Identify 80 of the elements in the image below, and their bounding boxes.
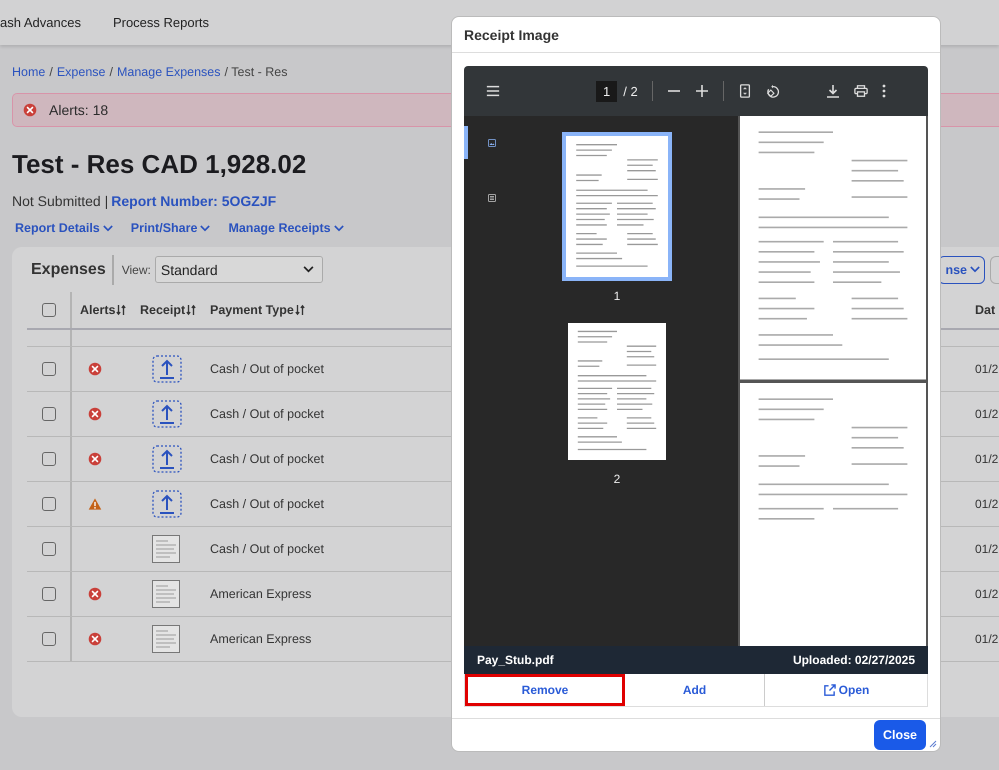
chevron-down-icon — [102, 224, 113, 232]
sidebar-tab[interactable] — [464, 126, 496, 159]
table-cell-text: 01/2 — [975, 451, 999, 468]
column-header[interactable]: Dat — [975, 292, 999, 328]
upload-icon[interactable] — [152, 490, 182, 518]
upload-icon[interactable] — [152, 445, 182, 473]
table-cell-text: Cash / Out of pocket — [209, 406, 324, 423]
page-number-field[interactable]: 1 — [596, 80, 618, 102]
nav-tab[interactable]: Process Reports — [112, 15, 210, 30]
chevron-down-icon — [334, 224, 344, 232]
chevron-down-icon — [200, 224, 210, 232]
column-header[interactable]: Receipt — [132, 292, 202, 328]
table-cell-text: Cash / Out of pocket — [209, 541, 324, 558]
page-count: / 2 — [623, 84, 638, 98]
download-icon[interactable] — [826, 84, 840, 98]
menu-icon[interactable] — [486, 84, 500, 98]
breadcrumb-current: / Test - Res — [224, 65, 288, 79]
table-cell-text: 01/2 — [975, 361, 999, 378]
breadcrumb-separator: / — [49, 65, 53, 79]
select-all-checkbox[interactable] — [42, 303, 56, 317]
chevron-down-icon — [302, 266, 314, 273]
external-link-icon — [822, 684, 836, 696]
resize-handle-icon[interactable] — [929, 740, 937, 748]
alert-text: Alerts: 18 — [49, 102, 108, 118]
upload-icon[interactable] — [152, 355, 182, 383]
row-checkbox[interactable] — [42, 632, 56, 646]
upload-icon[interactable] — [152, 400, 182, 428]
table-cell-text: 01/2 — [975, 496, 999, 513]
menu-dropdown[interactable]: Manage Receipts — [228, 221, 344, 235]
table-cell-text: American Express — [209, 631, 312, 648]
receipt-thumbnail[interactable] — [152, 535, 180, 563]
row-checkbox[interactable] — [42, 362, 56, 376]
print-icon[interactable] — [854, 84, 868, 98]
row-checkbox[interactable] — [42, 407, 56, 421]
table-cell-text: American Express — [209, 586, 312, 603]
breadcrumb-link[interactable]: Home — [12, 65, 46, 79]
row-checkbox[interactable] — [42, 542, 56, 556]
section-title: Expenses — [31, 260, 106, 278]
breadcrumb-separator: / — [109, 65, 113, 79]
breadcrumb-link[interactable]: Manage Expenses — [116, 65, 221, 79]
sort-icon[interactable] — [116, 304, 126, 316]
page-thumbnail[interactable] — [562, 132, 672, 281]
table-cell-text: Cash / Out of pocket — [209, 361, 324, 378]
table-cell-text: Cash / Out of pocket — [209, 451, 324, 468]
action-button[interactable]: Remove — [465, 674, 625, 706]
row-checkbox[interactable] — [42, 587, 56, 601]
upload-date: Uploaded: 02/27/2025 — [792, 653, 915, 667]
close-button[interactable]: Close — [874, 720, 926, 750]
rotate-icon[interactable] — [766, 84, 780, 98]
view-select[interactable]: Standard — [154, 256, 323, 283]
row-checkbox[interactable] — [42, 452, 56, 466]
zoom-in-icon[interactable] — [694, 84, 709, 98]
report-status: Not Submitted | — [12, 193, 108, 209]
table-cell-text: 01/2 — [975, 541, 999, 558]
sort-icon[interactable] — [186, 304, 196, 316]
breadcrumb-link[interactable]: Expense — [56, 65, 106, 79]
sort-icon[interactable] — [294, 304, 305, 316]
column-header[interactable]: Alerts — [72, 292, 132, 328]
chevron-down-icon — [970, 266, 980, 273]
menu-dropdown[interactable]: Print/Share — [130, 221, 210, 235]
receipt-thumbnail[interactable] — [152, 625, 180, 653]
more-icon[interactable] — [882, 84, 886, 98]
row-checkbox[interactable] — [42, 497, 56, 511]
report-number-link[interactable]: Report Number: 5OGZJF — [111, 193, 276, 209]
page-label: 1 — [614, 289, 620, 303]
receipt-thumbnail[interactable] — [152, 580, 180, 608]
table-cell-text: 01/2 — [975, 586, 999, 603]
error-icon — [23, 103, 37, 117]
column-header[interactable]: Payment Type — [202, 292, 305, 328]
nav-tab[interactable]: ash Advances — [0, 15, 81, 30]
report-title: Test - Res CAD 1,928.02 — [12, 149, 308, 180]
table-cell-text: 01/2 — [975, 631, 999, 648]
file-name: Pay_Stub.pdf — [477, 653, 554, 667]
table-cell-text: Cash / Out of pocket — [209, 496, 324, 513]
fit-page-icon[interactable] — [738, 84, 752, 98]
table-cell-text: 01/2 — [975, 406, 999, 423]
page-label: 2 — [614, 472, 620, 486]
view-label: View: — [122, 262, 151, 276]
menu-dropdown[interactable]: Report Details — [15, 221, 113, 235]
dialog-title: Receipt Image — [452, 17, 940, 53]
